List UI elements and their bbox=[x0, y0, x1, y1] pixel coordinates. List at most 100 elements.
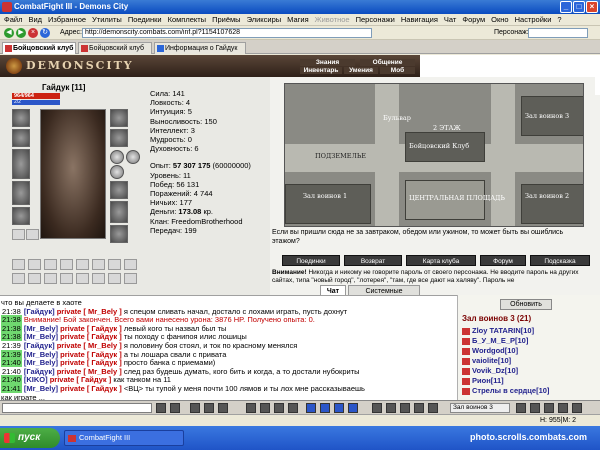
menu-item[interactable]: Поединки bbox=[128, 15, 162, 24]
online-user[interactable]: Б_У_М_Е_Р[10] bbox=[462, 336, 528, 346]
tab-info[interactable]: Информация о Гайдук bbox=[154, 42, 246, 54]
fight-icon[interactable] bbox=[288, 403, 298, 413]
boots-slot[interactable] bbox=[110, 225, 128, 243]
pocket-slot[interactable] bbox=[26, 229, 39, 240]
menu-item[interactable]: Настройки bbox=[515, 15, 552, 24]
fight-icon[interactable] bbox=[260, 403, 270, 413]
hint-button[interactable]: Подсказка bbox=[530, 255, 590, 266]
magic-icon[interactable] bbox=[348, 403, 358, 413]
close-button[interactable]: × bbox=[586, 1, 598, 13]
map-label-club[interactable]: Бойцовский Клуб bbox=[409, 142, 469, 150]
ring-slot-3[interactable] bbox=[110, 165, 124, 179]
ring-slot-2[interactable] bbox=[126, 150, 140, 164]
settings-icon[interactable] bbox=[544, 403, 554, 413]
online-user[interactable]: Zloy TATARIN[10] bbox=[462, 326, 534, 336]
rune-slot[interactable] bbox=[12, 273, 25, 284]
helmet-slot[interactable] bbox=[12, 109, 30, 127]
map-label-hall1[interactable]: Зал воинов 1 bbox=[303, 192, 347, 200]
menu-item[interactable]: Вид bbox=[28, 15, 42, 24]
pocket-slot[interactable] bbox=[12, 229, 25, 240]
club-map-button[interactable]: Карта клуба bbox=[406, 255, 476, 266]
online-user-name[interactable]: Рион[11] bbox=[472, 376, 504, 385]
rune-slot[interactable] bbox=[28, 259, 41, 270]
settings-icon[interactable] bbox=[516, 403, 526, 413]
character-name[interactable]: Гайдук [11] bbox=[42, 83, 85, 92]
menu-item[interactable]: Приёмы bbox=[212, 15, 240, 24]
tab-club-1[interactable]: Бойцовский клуб bbox=[2, 42, 76, 54]
clear-icon[interactable] bbox=[170, 403, 180, 413]
menu-item[interactable]: Комплекты bbox=[168, 15, 207, 24]
map-label-hall2[interactable]: Зал воинов 2 bbox=[525, 192, 569, 200]
rune-slot[interactable] bbox=[12, 259, 25, 270]
inventory-icon[interactable] bbox=[372, 403, 382, 413]
rune-slot[interactable] bbox=[60, 259, 73, 270]
fights-button[interactable]: Поединки bbox=[282, 255, 340, 266]
maximize-button[interactable]: □ bbox=[573, 1, 585, 13]
online-user-name[interactable]: Стрелы в сердце[10] bbox=[472, 386, 549, 395]
map-label-hall3[interactable]: Зал воинов 3 bbox=[525, 112, 569, 120]
rune-slot[interactable] bbox=[108, 273, 121, 284]
forward-icon[interactable]: ▶ bbox=[16, 28, 26, 38]
inventory-icon[interactable] bbox=[414, 403, 424, 413]
nav-skills[interactable]: Умения bbox=[344, 67, 378, 74]
menu-item[interactable]: Форум bbox=[462, 15, 485, 24]
armor-slot[interactable] bbox=[12, 181, 30, 205]
inventory-icon[interactable] bbox=[386, 403, 396, 413]
amulet-slot[interactable] bbox=[110, 129, 128, 147]
magic-icon[interactable] bbox=[334, 403, 344, 413]
map-label-square[interactable]: ЦЕНТРАЛЬНАЯ ПЛОЩАДЬ bbox=[409, 194, 505, 202]
rune-slot[interactable] bbox=[92, 259, 105, 270]
online-user[interactable]: vaiolite[10] bbox=[462, 356, 511, 366]
ring-slot-1[interactable] bbox=[110, 150, 124, 164]
nav-knowledge[interactable]: Знания bbox=[300, 59, 355, 66]
menu-item[interactable]: Чат bbox=[444, 15, 456, 24]
chat-input[interactable] bbox=[2, 403, 152, 413]
address-input[interactable]: http://demonscity.combats.com/inf.pl?115… bbox=[82, 28, 372, 38]
rune-slot[interactable] bbox=[44, 273, 57, 284]
hall2-building[interactable] bbox=[521, 184, 583, 224]
smile-icon[interactable] bbox=[190, 403, 200, 413]
gloves-slot[interactable] bbox=[110, 181, 128, 199]
online-user-name[interactable]: Wordgod[10] bbox=[472, 346, 518, 355]
online-user-name[interactable]: Zloy TATARIN[10] bbox=[472, 326, 534, 335]
magic-icon[interactable] bbox=[320, 403, 330, 413]
nav-inventory[interactable]: Инвентарь bbox=[300, 67, 342, 74]
tab-club-2[interactable]: Бойцовский клуб bbox=[78, 42, 152, 54]
menu-item[interactable]: Утилиты bbox=[92, 15, 122, 24]
map-label-dungeon[interactable]: ПОДЗЕМЕЛЬЕ bbox=[315, 152, 366, 160]
bracer-slot[interactable] bbox=[12, 129, 30, 147]
rune-slot[interactable] bbox=[124, 273, 137, 284]
refresh-online-button[interactable]: Обновить bbox=[500, 299, 552, 310]
belt-slot[interactable] bbox=[12, 207, 30, 225]
online-user[interactable]: Рион[11] bbox=[462, 376, 504, 386]
menu-item[interactable]: Персонажи bbox=[356, 15, 395, 24]
send-icon[interactable] bbox=[156, 403, 166, 413]
exit-icon[interactable] bbox=[572, 403, 582, 413]
settings-icon[interactable] bbox=[530, 403, 540, 413]
return-button[interactable]: Возврат bbox=[344, 255, 402, 266]
back-icon[interactable]: ◀ bbox=[4, 28, 14, 38]
online-user[interactable]: Стрелы в сердце[10] bbox=[462, 386, 549, 396]
person-input[interactable] bbox=[528, 28, 588, 38]
nav-mail[interactable]: Моб bbox=[380, 67, 415, 74]
rune-slot[interactable] bbox=[124, 259, 137, 270]
stop-icon[interactable]: × bbox=[28, 28, 38, 38]
weapon-slot[interactable] bbox=[12, 149, 30, 179]
rune-slot[interactable] bbox=[92, 273, 105, 284]
menu-item[interactable]: Магия bbox=[287, 15, 309, 24]
online-user[interactable]: Wordgod[10] bbox=[462, 346, 518, 356]
refresh-icon[interactable]: ↻ bbox=[40, 28, 50, 38]
scroll-icon[interactable] bbox=[218, 403, 228, 413]
menu-item[interactable]: Файл bbox=[4, 15, 22, 24]
taskbar-item[interactable]: CombatFight III bbox=[64, 430, 184, 446]
menu-item[interactable]: Животное bbox=[315, 15, 350, 24]
menu-item[interactable]: Эликсиры bbox=[247, 15, 282, 24]
rune-slot[interactable] bbox=[76, 259, 89, 270]
online-user-name[interactable]: Vovik_Dz[10] bbox=[472, 366, 518, 375]
menu-item[interactable]: Избранное bbox=[48, 15, 86, 24]
menu-item[interactable]: Навигация bbox=[401, 15, 438, 24]
magic-icon[interactable] bbox=[306, 403, 316, 413]
settings-icon[interactable] bbox=[558, 403, 568, 413]
online-user-name[interactable]: Б_У_М_Е_Р[10] bbox=[472, 336, 528, 345]
nav-communication[interactable]: Общение bbox=[360, 59, 415, 66]
